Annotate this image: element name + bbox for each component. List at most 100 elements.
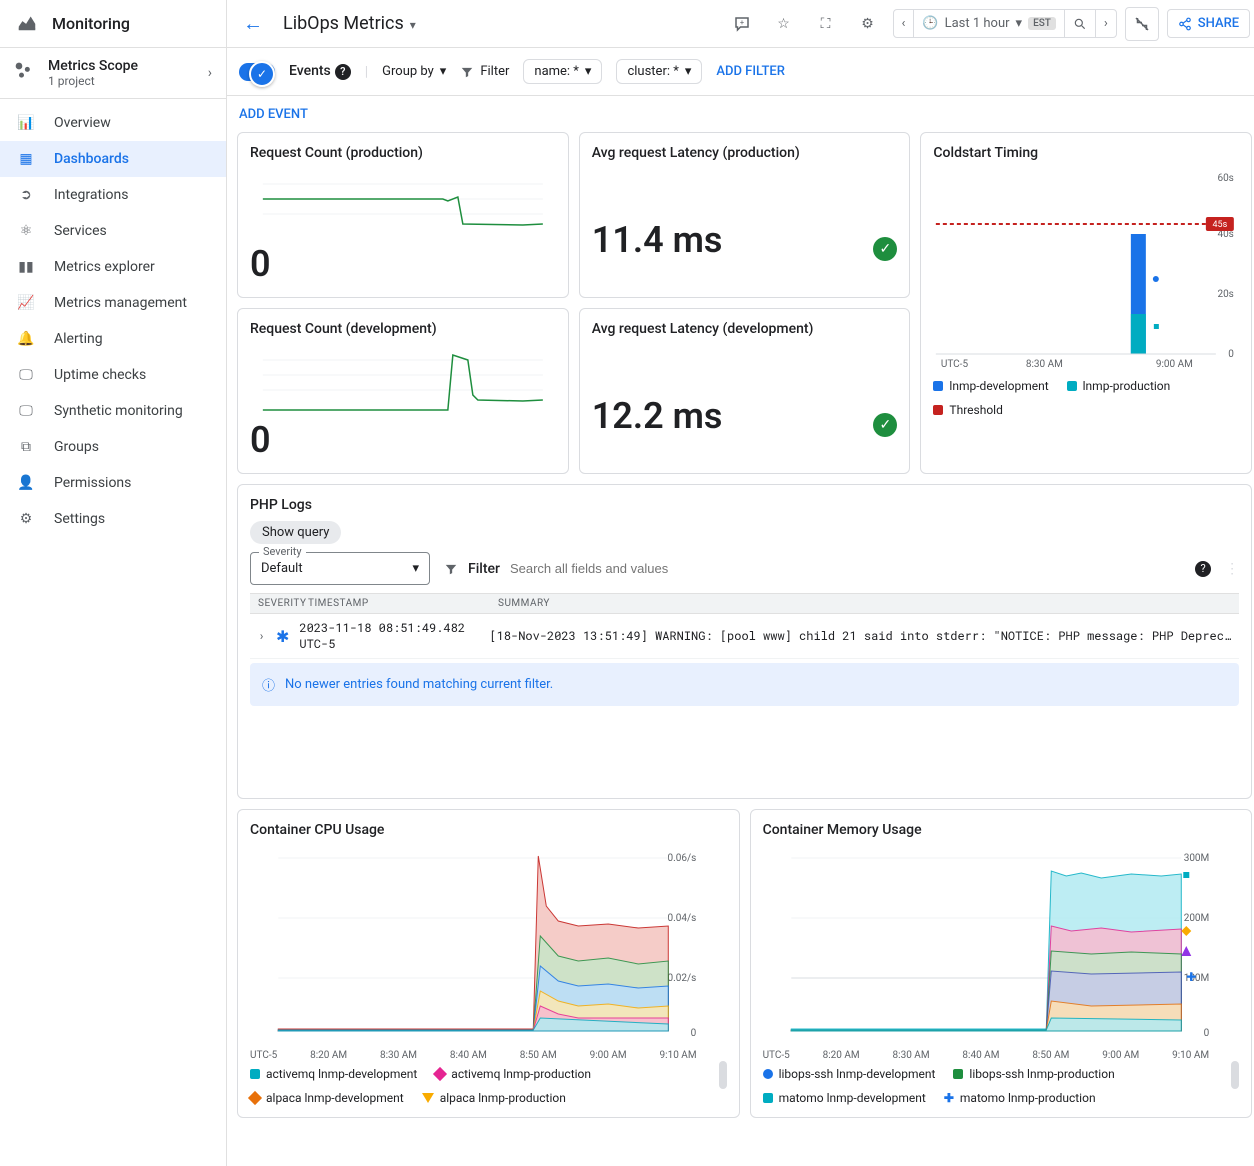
card-latency-prod: Avg request Latency (production) 11.4 ms… [579,132,911,298]
sidebar-item-metrics-explorer[interactable]: ▮▮ Metrics explorer [0,249,226,285]
nav-icon: ▦ [16,151,36,167]
svg-text:20s: 20s [1218,289,1234,300]
help-icon[interactable]: ? [1195,561,1211,577]
groupby-dropdown[interactable]: Group by ▾ [382,64,446,79]
sidebar-item-alerting[interactable]: 🔔 Alerting [0,321,226,357]
card-title: Avg request Latency (development) [592,321,898,337]
show-query-button[interactable]: Show query [250,521,341,544]
sidebar-item-label: Alerting [54,331,103,347]
help-icon[interactable]: ? [335,64,351,80]
add-event-button[interactable]: ADD EVENT [239,107,308,122]
legend-scrollbar[interactable] [1231,1061,1239,1089]
time-range-button[interactable]: 🕒 Last 1 hour ▾ EST [914,10,1064,37]
nav-icon: ⚛ [16,223,36,239]
svg-text:✚: ✚ [1186,970,1196,984]
monitoring-icon [16,11,38,37]
sidebar-item-settings[interactable]: ⚙Settings [0,501,226,537]
sidebar-item-label: Integrations [54,187,128,203]
nav-icon: 🖵 [16,403,36,419]
sidebar-item-metrics-management[interactable]: 📈Metrics management [0,285,226,321]
time-next-button[interactable]: › [1096,10,1116,37]
card-title: PHP Logs [250,497,1239,513]
sidebar-item-permissions[interactable]: 👤Permissions [0,465,226,501]
nav-icon: ⧉ [16,439,36,455]
caret-down-icon: ▾ [412,561,419,576]
star-icon[interactable]: ☆ [767,7,801,41]
nav-icon: 🔔 [16,331,36,347]
sidebar-item-label: Settings [54,511,105,527]
fullscreen-icon[interactable]: ⛶ [809,7,843,41]
svg-text:9:00 AM: 9:00 AM [1156,359,1193,369]
severity-dot-icon: ✱ [276,626,289,647]
nav-icon: 📊 [16,115,36,131]
add-filter-button[interactable]: ADD FILTER [716,64,785,79]
filter-chip-cluster[interactable]: cluster: * ▾ [616,59,702,84]
legend-scrollbar[interactable] [719,1061,727,1089]
card-title: Request Count (development) [250,321,556,337]
kpi-value: 0 [250,243,556,285]
annotate-icon[interactable]: + [725,7,759,41]
check-icon: ✓ [873,237,897,261]
legend-item: lnmp-production [1083,379,1171,393]
sidebar-item-dashboards[interactable]: ▦Dashboards [0,141,226,177]
caret-down-icon: ▾ [685,64,692,79]
sidebar-item-label: Metrics management [54,295,187,311]
no-entries-banner: ⓘ No newer entries found matching curren… [250,663,1239,706]
sidebar-item-groups[interactable]: ⧉Groups [0,429,226,465]
nav-icon: ➲ [16,187,36,203]
legend-item: libops-ssh lnmp-development [763,1067,936,1081]
events-toggle[interactable] [239,63,275,81]
card-coldstart: Coldstart Timing 60s 40s 20s 0 45s UTC-5… [920,132,1252,474]
svg-text:UTC-5: UTC-5 [941,359,969,369]
nav-icon: ▮▮ [16,259,36,275]
card-php-logs: PHP Logs Show query Severity Default ▾ F… [237,484,1252,799]
scope-icon [14,61,34,86]
svg-text:0: 0 [1203,1028,1209,1039]
card-title: Request Count (production) [250,145,556,161]
caret-down-icon: ▾ [410,18,416,32]
caret-down-icon: ▾ [1016,16,1023,31]
log-timestamp: 2023-11-18 08:51:49.482 UTC-5 [299,620,489,652]
gear-icon[interactable]: ⚙ [851,7,885,41]
product-title: Monitoring [52,14,130,33]
chevron-right-icon: › [208,65,212,81]
timezone-badge: EST [1028,17,1056,30]
log-search-input[interactable] [510,561,1177,576]
time-search-button[interactable] [1065,10,1096,37]
severity-select[interactable]: Severity Default ▾ [250,552,430,585]
card-title: Container CPU Usage [250,822,727,838]
caret-down-icon: ▾ [585,64,592,79]
legend-item: matomo lnmp-development [763,1091,926,1105]
back-button[interactable]: ← [239,7,267,40]
card-title: Avg request Latency (production) [592,145,898,161]
caret-down-icon: ▾ [440,64,447,79]
nav-icon: 👤 [16,475,36,491]
table-header: SEVERITY [258,598,308,609]
sidebar-item-integrations[interactable]: ➲ Integrations [0,177,226,213]
card-mem-usage: Container Memory Usage 300M 200M 100M 0 [750,809,1253,1118]
svg-text:0.04/s: 0.04/s [667,913,696,924]
page-title[interactable]: LibOps Metrics▾ [283,13,416,34]
sidebar-item-overview[interactable]: 📊Overview [0,105,226,141]
legend-item: Threshold [949,403,1002,417]
sidebar-item-label: Metrics explorer [54,259,155,275]
svg-text:0.02/s: 0.02/s [667,973,696,984]
filter-button[interactable]: Filter [460,64,509,79]
sidebar-item-synthetic-monitoring[interactable]: 🖵Synthetic monitoring [0,393,226,429]
events-label: Events? [289,63,351,80]
nav-icon: 🖵 [16,367,36,383]
share-button[interactable]: SHARE [1167,9,1250,38]
sidebar-item-uptime-checks[interactable]: 🖵Uptime checks [0,357,226,393]
log-summary: [18-Nov-2023 13:51:49] WARNING: [pool ww… [489,628,1231,644]
sidebar-item-services[interactable]: ⚛Services [0,213,226,249]
card-request-count-dev: Request Count (development) 0 [237,308,569,474]
svg-text:60s: 60s [1218,173,1234,184]
legend-item: alpaca lnmp-development [250,1091,404,1105]
time-prev-button[interactable]: ‹ [894,10,915,37]
table-row[interactable]: › ✱ 2023-11-18 08:51:49.482 UTC-5 [18-No… [250,614,1239,659]
metrics-scope-row[interactable]: Metrics Scope 1 project › [0,48,226,99]
chevron-right-icon: › [258,628,276,644]
autorefresh-off-button[interactable] [1125,7,1159,41]
filter-chip-name[interactable]: name: * ▾ [523,59,602,84]
svg-text:200M: 200M [1183,913,1209,924]
